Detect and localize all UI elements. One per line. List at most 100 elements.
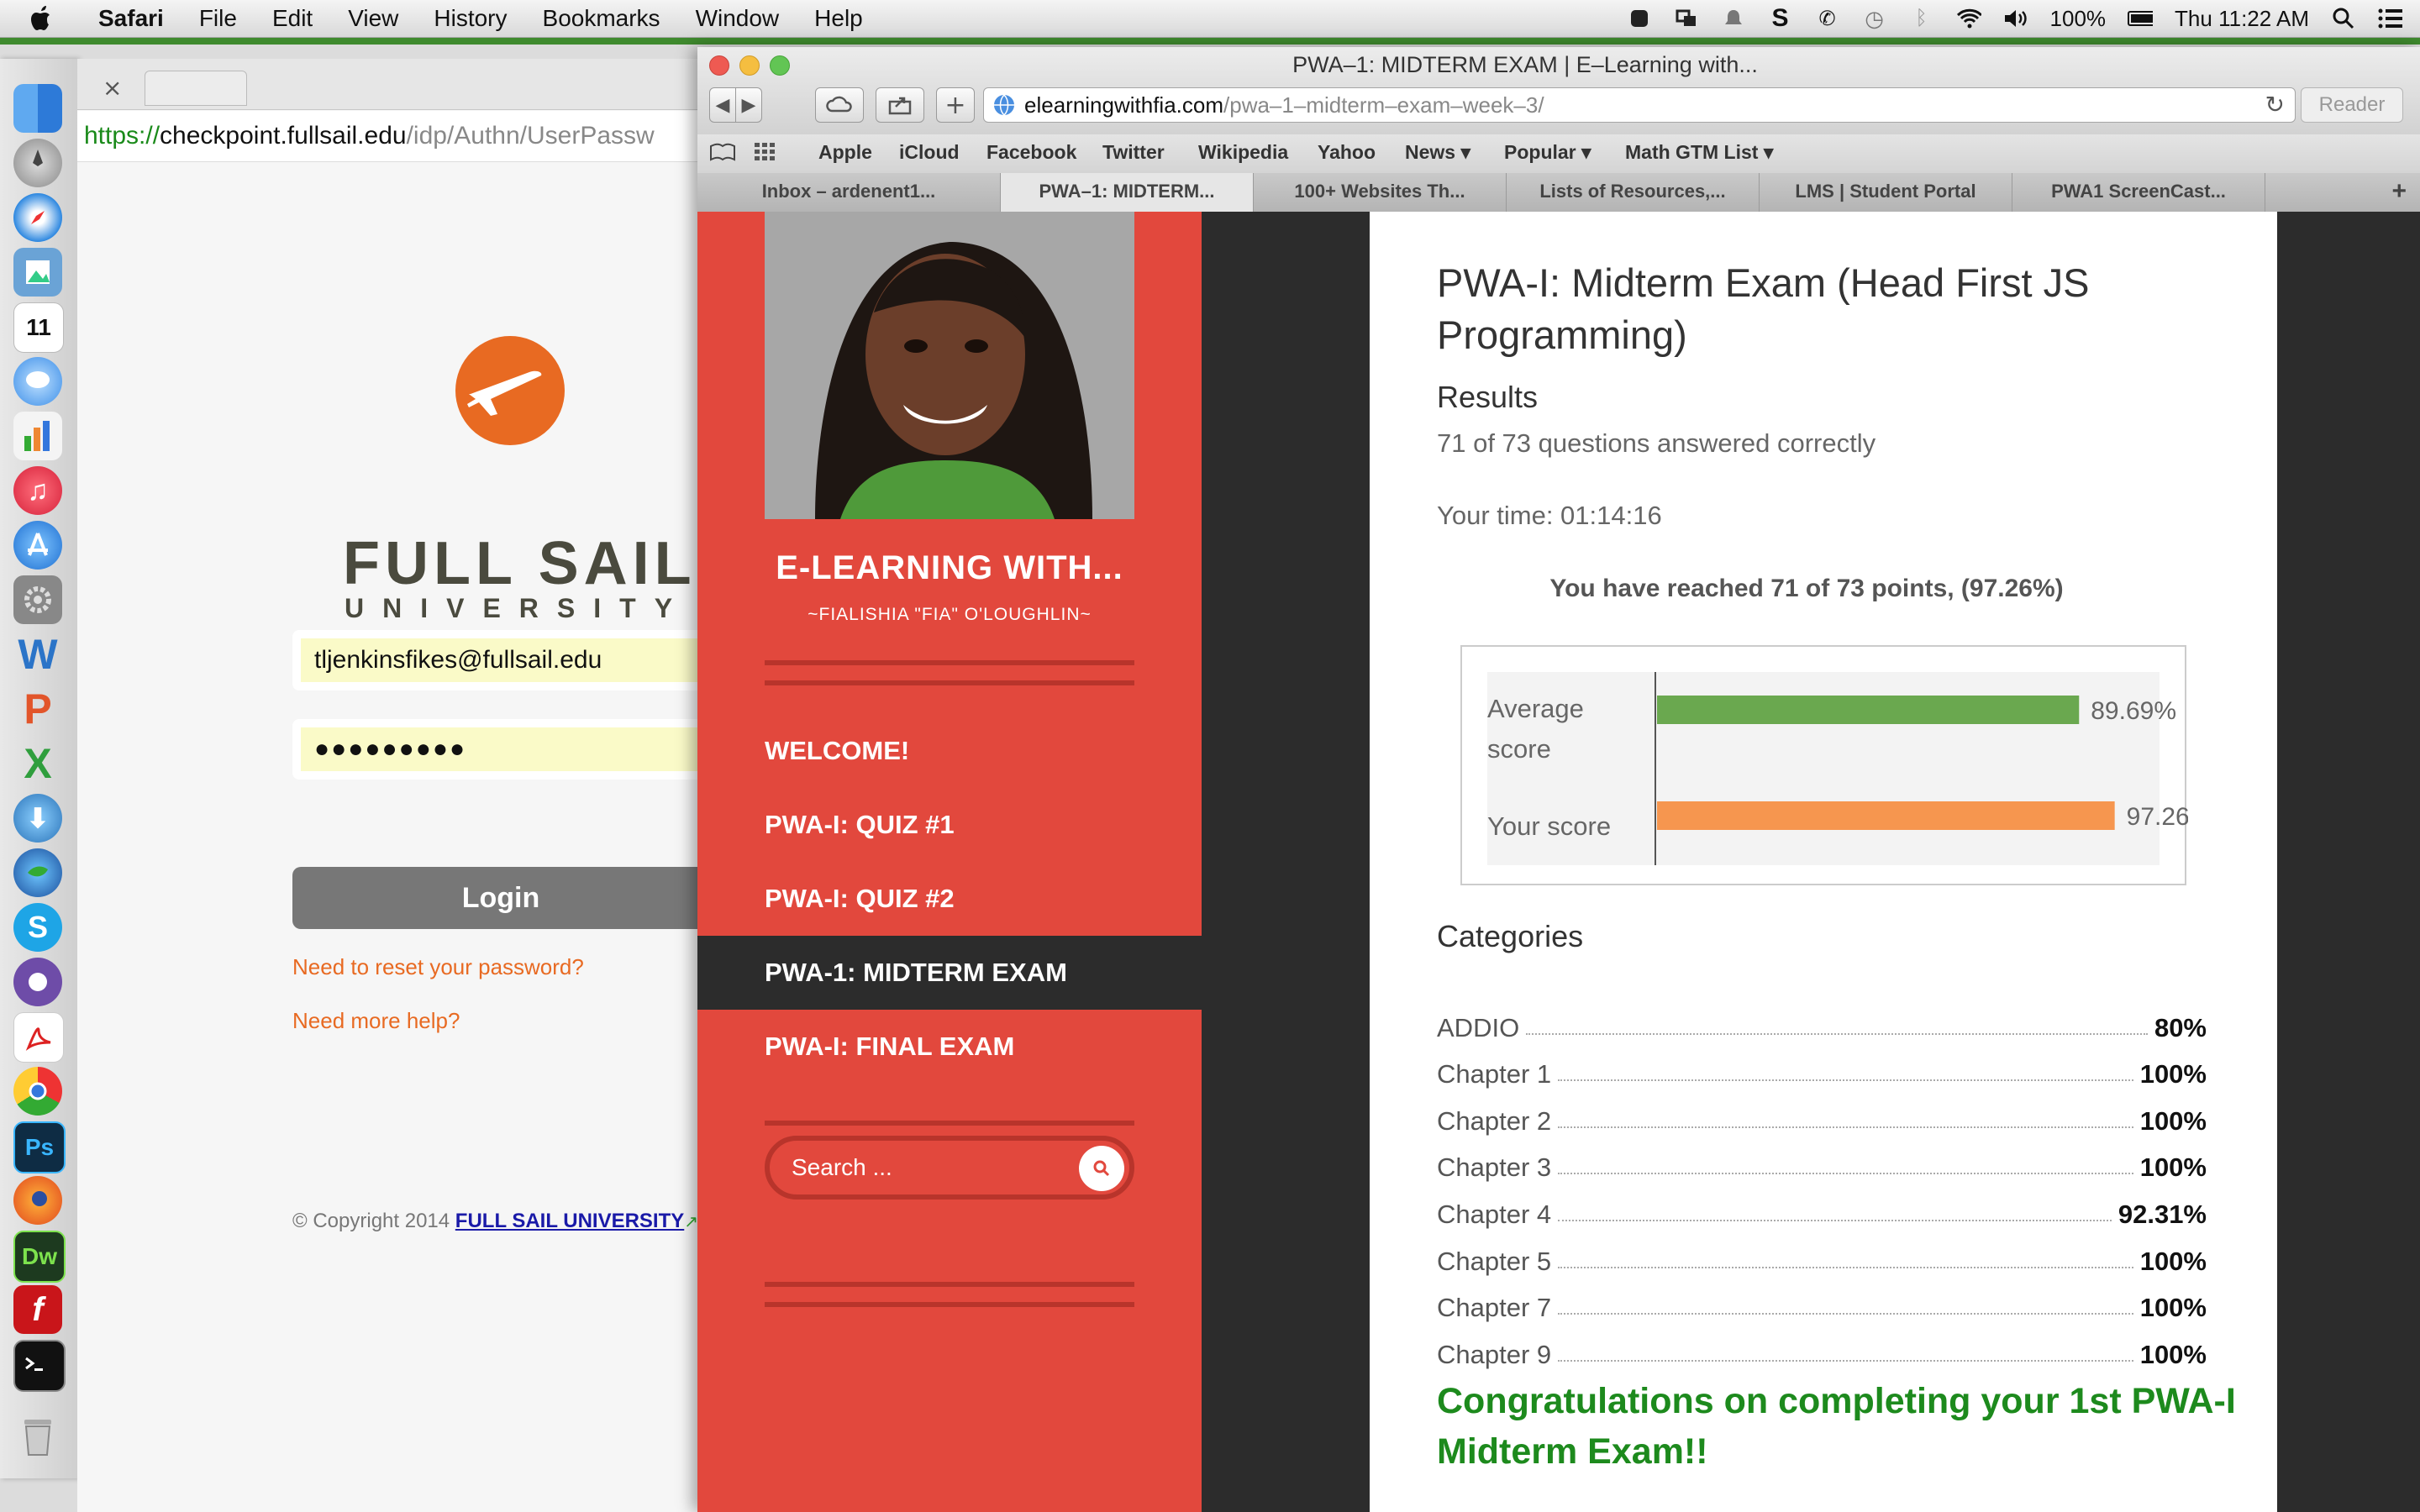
menu-help[interactable]: Help: [814, 5, 863, 32]
google-earth-icon[interactable]: [13, 848, 62, 897]
flash-icon[interactable]: f: [13, 1285, 62, 1334]
notification-icon[interactable]: [1721, 6, 1746, 31]
acrobat-icon[interactable]: [13, 1012, 64, 1063]
app-store-icon[interactable]: [13, 521, 62, 570]
numbers-icon[interactable]: [13, 412, 62, 460]
bluetooth-icon[interactable]: ᛒ: [1909, 6, 1934, 31]
calendar-icon[interactable]: 11: [13, 302, 64, 353]
tab-pwa-midterm[interactable]: PWA–1: MIDTERM...: [1001, 173, 1254, 212]
notification-center-icon[interactable]: [2378, 6, 2403, 31]
tab-100-websites[interactable]: 100+ Websites Th...: [1254, 173, 1507, 212]
menu-history[interactable]: History: [434, 5, 507, 32]
nav-quiz-2[interactable]: PWA-I: QUIZ #2: [697, 862, 1202, 936]
window-title: PWA–1: MIDTERM EXAM | E–Learning with...: [1292, 52, 1758, 77]
screens-icon[interactable]: [1674, 6, 1699, 31]
close-tab-icon[interactable]: ×: [103, 74, 122, 102]
preview-icon[interactable]: [13, 248, 62, 297]
fullsail-brand-sub: UNIVERSITY: [345, 593, 692, 623]
bookmark-apple[interactable]: Apple: [818, 141, 872, 164]
photoshop-icon[interactable]: Ps: [13, 1121, 66, 1173]
category-score: 100%: [2139, 1059, 2207, 1089]
address-bar[interactable]: https://checkpoint.fullsail.edu/idp/Auth…: [77, 111, 723, 162]
launchpad-icon[interactable]: [13, 139, 62, 187]
search-field[interactable]: Search ...: [765, 1136, 1134, 1200]
itunes-icon[interactable]: ♫: [13, 466, 62, 515]
new-tab[interactable]: [145, 71, 247, 106]
trash-icon[interactable]: [13, 1411, 62, 1460]
word-icon[interactable]: W: [13, 630, 62, 679]
reader-button[interactable]: Reader: [2301, 87, 2403, 123]
bookmark-icloud[interactable]: iCloud: [899, 141, 960, 164]
address-host: elearningwithfia.com: [1024, 92, 1224, 118]
menu-edit[interactable]: Edit: [272, 5, 313, 32]
chrome-icon[interactable]: [13, 1067, 62, 1116]
bookmark-facebook[interactable]: Facebook: [986, 141, 1076, 164]
copyright-text: © Copyright 2014: [292, 1210, 450, 1232]
tab-lists-of-resources[interactable]: Lists of Resources,...: [1507, 173, 1760, 212]
volume-icon[interactable]: [2003, 6, 2028, 31]
safari-icon[interactable]: [13, 193, 62, 242]
skype-icon[interactable]: S: [13, 903, 62, 952]
more-help-link[interactable]: Need more help?: [292, 1008, 460, 1034]
back-button[interactable]: ◀: [709, 87, 736, 123]
menu-window[interactable]: Window: [696, 5, 780, 32]
messages-icon[interactable]: [13, 357, 62, 406]
site-title[interactable]: E-LEARNING WITH...: [697, 549, 1202, 587]
share-button[interactable]: [876, 87, 924, 123]
address-bar[interactable]: elearningwithfia.com/pwa–1–midterm–exam–…: [983, 87, 2296, 123]
battery-percent[interactable]: 100%: [2050, 6, 2107, 32]
category-name: Chapter 7: [1437, 1293, 1552, 1323]
bookmark-news[interactable]: News ▾: [1405, 141, 1470, 164]
menu-safari[interactable]: Safari: [98, 5, 164, 32]
reload-icon[interactable]: ↻: [2265, 88, 2285, 122]
finder-icon[interactable]: [13, 84, 62, 133]
excel-icon[interactable]: X: [13, 739, 62, 788]
tab-pwa1-screencast[interactable]: PWA1 ScreenCast...: [2012, 173, 2265, 212]
github-icon[interactable]: [13, 958, 62, 1006]
powerpoint-icon[interactable]: P: [13, 685, 62, 733]
bookmark-popular[interactable]: Popular ▾: [1504, 141, 1591, 164]
bookmark-twitter[interactable]: Twitter: [1102, 141, 1165, 164]
nav-welcome[interactable]: WELCOME!: [697, 714, 1202, 788]
battery-icon[interactable]: [2128, 6, 2154, 31]
spotlight-search-icon[interactable]: [2331, 6, 2356, 31]
add-tab-icon[interactable]: +: [2265, 173, 2420, 212]
skype-status-icon[interactable]: S: [1768, 4, 1793, 32]
icloud-tabs-button[interactable]: [815, 87, 864, 123]
time-machine-icon[interactable]: ◷: [1862, 6, 1887, 31]
nav-midterm-exam[interactable]: PWA-1: MIDTERM EXAM: [697, 936, 1202, 1010]
wifi-icon[interactable]: [1956, 6, 1981, 31]
bookmark-yahoo[interactable]: Yahoo: [1318, 141, 1376, 164]
forward-button[interactable]: ▶: [735, 87, 762, 123]
phone-icon[interactable]: ✆: [1815, 6, 1840, 31]
reading-list-icon[interactable]: [709, 141, 736, 168]
nav-final-exam[interactable]: PWA-I: FINAL EXAM: [697, 1010, 1202, 1084]
system-preferences-icon[interactable]: [13, 575, 62, 624]
bookmark-math-gtm-list[interactable]: Math GTM List ▾: [1625, 141, 1773, 164]
leader-dots: [1558, 1126, 2133, 1128]
page-margin: [2277, 212, 2420, 1512]
menu-bookmarks[interactable]: Bookmarks: [543, 5, 660, 32]
new-tab-button[interactable]: +: [936, 87, 975, 123]
dreamweaver-icon[interactable]: Dw: [13, 1231, 66, 1283]
menu-view[interactable]: View: [348, 5, 398, 32]
nav-quiz-1[interactable]: PWA-I: QUIZ #1: [697, 788, 1202, 862]
search-icon[interactable]: [1079, 1146, 1124, 1191]
apple-menu-icon[interactable]: [24, 0, 60, 37]
bookmark-wikipedia[interactable]: Wikipedia: [1198, 141, 1288, 164]
firefox-icon[interactable]: [13, 1176, 62, 1225]
fullsail-university-link[interactable]: FULL SAIL UNIVERSITY: [455, 1210, 684, 1232]
categories-heading: Categories: [1437, 919, 1584, 953]
top-sites-icon[interactable]: [753, 141, 778, 168]
tab-bar: ×: [77, 59, 716, 110]
tab-inbox[interactable]: Inbox – ardenent1...: [697, 173, 1001, 212]
evernote-icon[interactable]: [1627, 6, 1652, 31]
category-row: Chapter 9 100%: [1437, 1323, 2207, 1370]
menu-file[interactable]: File: [199, 5, 237, 32]
reset-password-link[interactable]: Need to reset your password?: [292, 954, 584, 980]
tab-lms-student-portal[interactable]: LMS | Student Portal: [1760, 173, 2012, 212]
downloader-icon[interactable]: ⬇: [13, 794, 62, 843]
terminal-icon[interactable]: [13, 1340, 66, 1392]
answered-count: 71 of 73 questions answered correctly: [1437, 428, 1876, 458]
menu-clock[interactable]: Thu 11:22 AM: [2175, 6, 2309, 32]
